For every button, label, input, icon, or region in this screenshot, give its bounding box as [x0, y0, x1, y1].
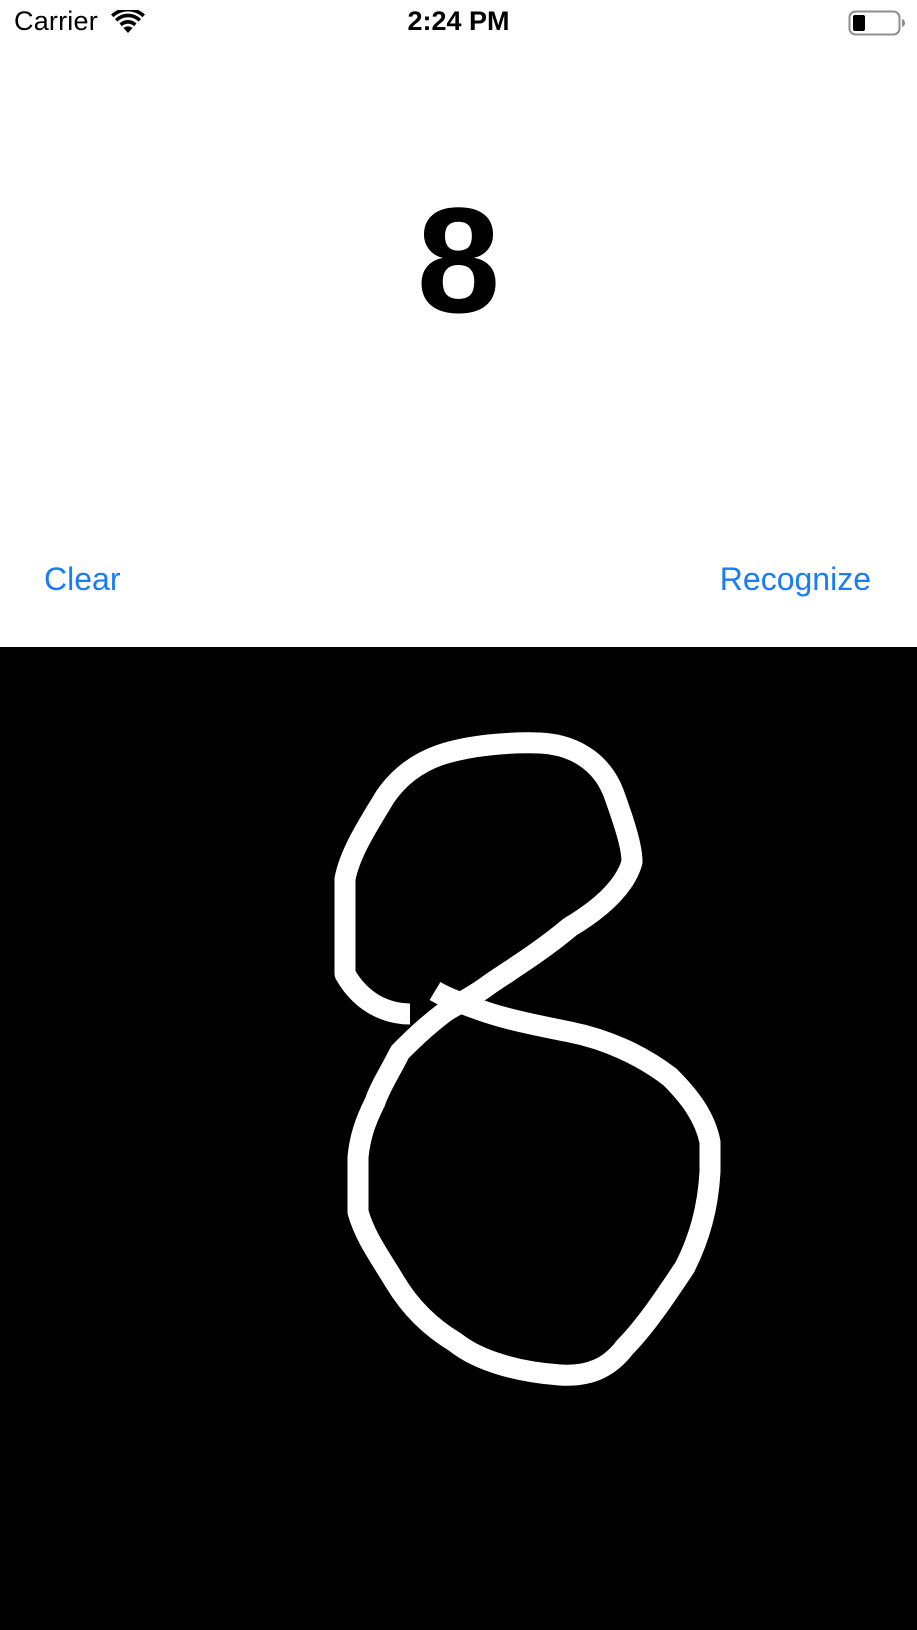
- recognize-button[interactable]: Recognize: [720, 555, 871, 603]
- recognized-digit: 8: [416, 176, 501, 344]
- handwritten-stroke: [334, 732, 721, 1386]
- status-bar: Carrier 2:24 PM: [0, 0, 917, 46]
- clear-button[interactable]: Clear: [44, 555, 120, 603]
- battery-icon: [848, 10, 905, 36]
- drawing-canvas[interactable]: [0, 647, 917, 1630]
- app-screen: Carrier 2:24 PM 8 Clear Recognize: [0, 0, 917, 1630]
- status-time: 2:24 PM: [407, 6, 510, 36]
